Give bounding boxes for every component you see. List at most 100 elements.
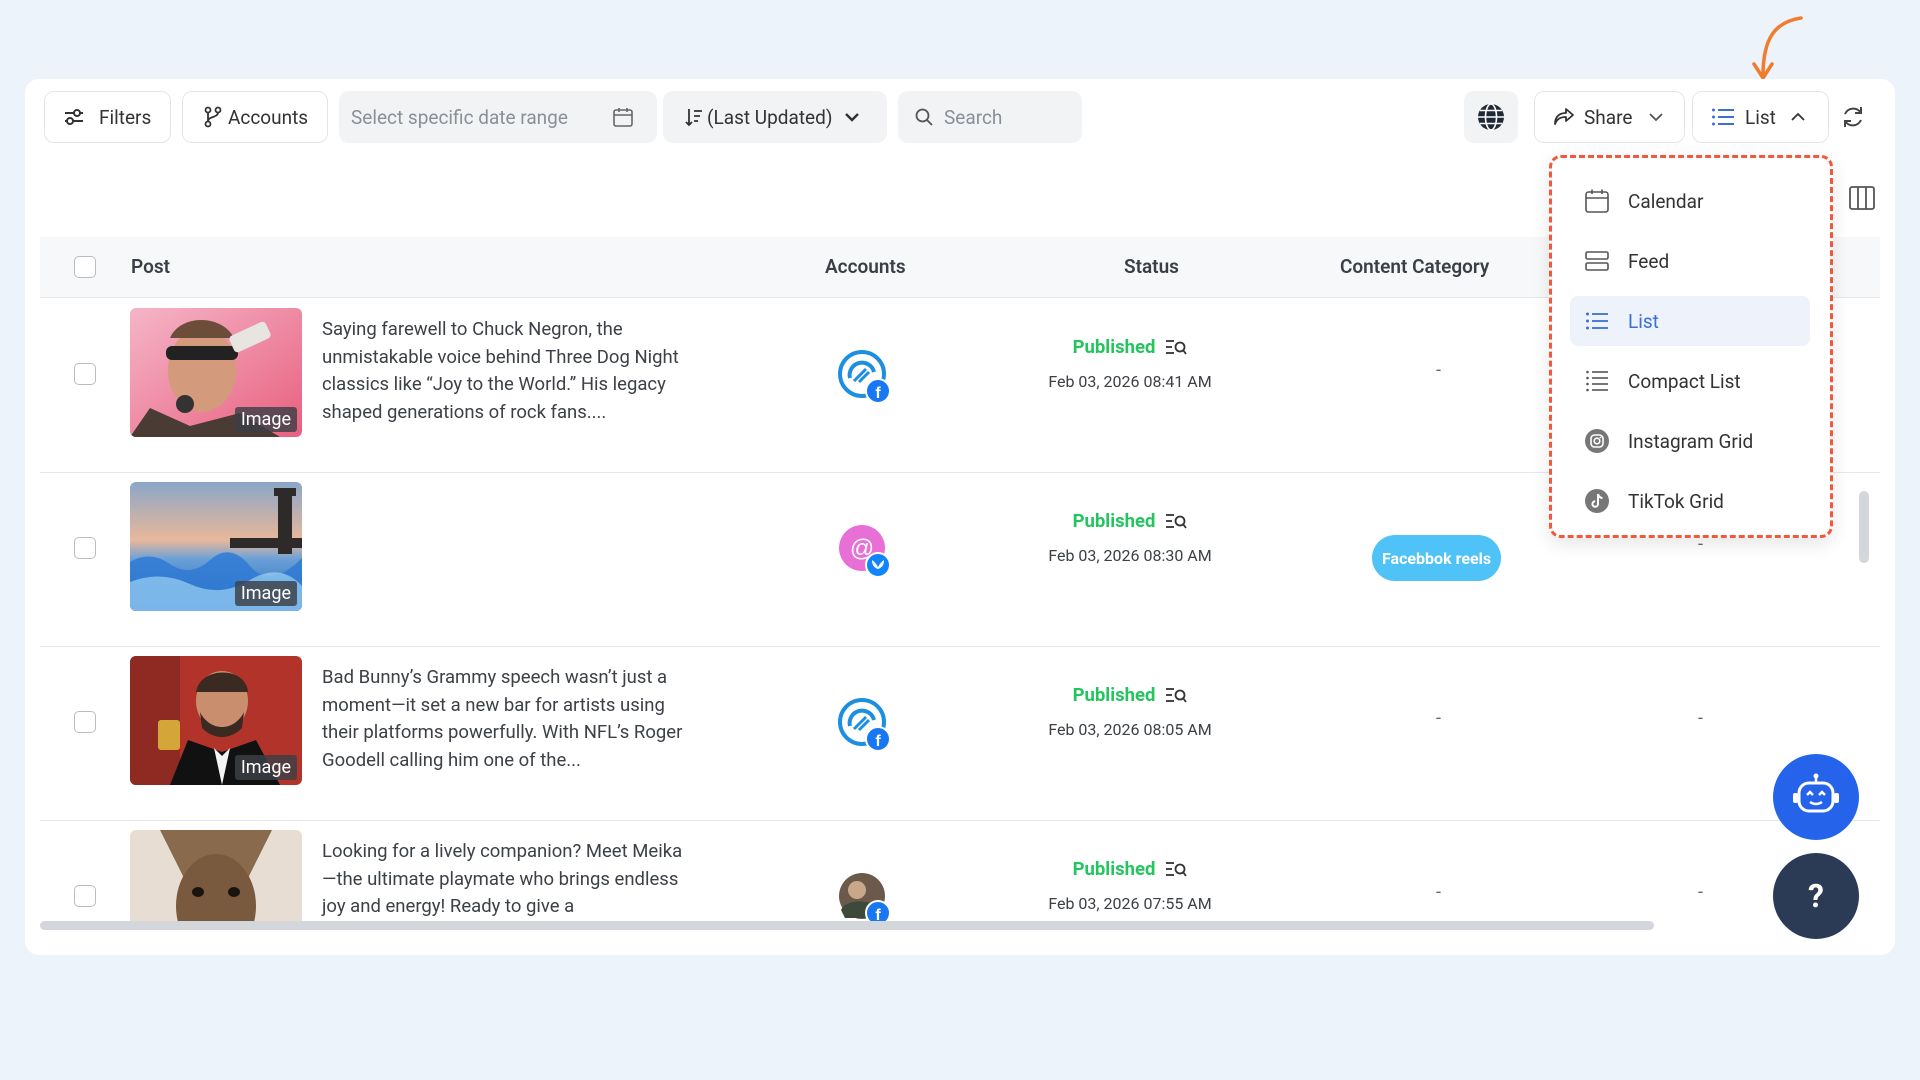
account-avatar[interactable]: f <box>835 696 895 756</box>
published-date: Feb 03, 2026 07:55 AM <box>1048 894 1212 913</box>
share-label: Share <box>1584 105 1633 129</box>
post-thumbnail[interactable] <box>130 830 302 927</box>
extra-column-value: - <box>1698 882 1703 903</box>
pointer-arrow-icon <box>1752 16 1803 80</box>
filters-label: Filters <box>99 105 152 129</box>
post-caption: Looking for a lively companion? Meet Mei… <box>322 840 683 917</box>
filters-button[interactable]: Filters <box>44 91 171 143</box>
details-search-icon[interactable] <box>1165 686 1188 704</box>
calendar-icon[interactable] <box>611 105 635 129</box>
row-checkbox[interactable] <box>74 885 96 907</box>
view-option-label: List <box>1628 309 1659 333</box>
details-search-icon[interactable] <box>1165 860 1188 878</box>
content-category-badge[interactable]: Facebbok reels <box>1372 535 1502 581</box>
view-option-label: Compact List <box>1628 369 1741 393</box>
sort-icon <box>685 109 702 127</box>
view-option-feed[interactable]: Feed <box>1570 236 1810 286</box>
status-cell: Published Feb 03, 2026 07:55 AM <box>1015 858 1245 913</box>
post-caption: Bad Bunny’s Grammy speech wasn’t just a … <box>322 666 683 771</box>
content-category-value: - <box>1436 360 1441 381</box>
status-cell: Published Feb 03, 2026 08:41 AM <box>1015 336 1245 391</box>
status-badge: Published <box>1072 684 1156 706</box>
table-row[interactable]: Image Bad Bunny’s Grammy speech wasn’t j… <box>40 646 1880 821</box>
search-icon <box>915 108 933 126</box>
robot-icon <box>1793 773 1839 813</box>
view-dropdown-menu: Calendar Feed List Compact List Instagra… <box>1549 155 1833 538</box>
branch-icon <box>204 106 222 128</box>
row-checkbox[interactable] <box>74 537 96 559</box>
accounts-button[interactable]: Accounts <box>182 91 328 143</box>
row-checkbox[interactable] <box>74 711 96 733</box>
view-label: List <box>1745 105 1776 129</box>
view-option-instagram-grid[interactable]: Instagram Grid <box>1570 416 1810 466</box>
search-input[interactable]: Search <box>898 91 1082 143</box>
thumbnail-type-label: Image <box>234 755 297 780</box>
help-label: ? <box>1808 877 1824 915</box>
view-option-compact-list[interactable]: Compact List <box>1570 356 1810 406</box>
account-avatar[interactable]: f <box>835 870 895 927</box>
status-badge: Published <box>1072 336 1156 358</box>
header-post: Post <box>131 255 170 278</box>
published-date: Feb 03, 2026 08:30 AM <box>1048 546 1212 565</box>
view-option-label: Instagram Grid <box>1628 429 1754 453</box>
post-caption: Saying farewell to Chuck Negron, the unm… <box>322 318 679 423</box>
details-search-icon[interactable] <box>1165 338 1188 356</box>
sort-dropdown[interactable]: (Last Updated) <box>663 91 887 143</box>
refresh-icon <box>1844 107 1862 127</box>
search-placeholder: Search <box>944 105 1003 129</box>
globe-button[interactable] <box>1464 91 1518 143</box>
tiktok-icon <box>1585 489 1609 513</box>
chevron-down-icon <box>845 113 860 122</box>
account-avatar[interactable]: @ <box>835 522 895 582</box>
date-range-input[interactable]: Select specific date range <box>339 91 657 143</box>
calendar-icon <box>1585 189 1609 213</box>
select-all-checkbox[interactable] <box>74 256 96 278</box>
header-accounts: Accounts <box>825 255 906 278</box>
instagram-icon <box>1585 429 1609 453</box>
accounts-label: Accounts <box>228 105 309 129</box>
share-button[interactable]: Share <box>1534 91 1685 143</box>
view-option-list[interactable]: List <box>1570 296 1810 346</box>
content-category-value: - <box>1436 708 1441 729</box>
view-option-label: TikTok Grid <box>1628 489 1724 513</box>
columns-icon <box>1849 186 1875 210</box>
account-avatar[interactable]: f <box>835 348 895 408</box>
post-thumbnail[interactable]: Image <box>130 308 302 437</box>
header-content-category: Content Category <box>1340 255 1490 278</box>
thumbnail-type-label: Image <box>234 581 297 606</box>
compact-list-icon <box>1586 370 1608 392</box>
ai-assistant-button[interactable] <box>1773 754 1859 840</box>
chevron-down-icon <box>1649 113 1664 122</box>
extra-column-value: - <box>1698 708 1703 729</box>
view-option-calendar[interactable]: Calendar <box>1570 176 1810 226</box>
horizontal-scrollbar[interactable] <box>40 921 1654 930</box>
help-button[interactable]: ? <box>1773 853 1859 939</box>
share-icon <box>1554 108 1574 125</box>
view-option-label: Feed <box>1628 249 1670 273</box>
post-thumbnail[interactable]: Image <box>130 656 302 785</box>
chevron-up-icon <box>1791 112 1805 121</box>
row-checkbox[interactable] <box>74 363 96 385</box>
post-thumbnail[interactable]: Image <box>130 482 302 611</box>
toolbar: Filters Accounts Select specific date ra… <box>25 79 1895 159</box>
svg-text:f: f <box>875 733 881 750</box>
status-badge: Published <box>1072 858 1156 880</box>
feed-icon <box>1585 251 1609 271</box>
status-cell: Published Feb 03, 2026 08:30 AM <box>1015 510 1245 565</box>
view-switcher-button[interactable]: List <box>1692 91 1829 143</box>
header-status: Status <box>1124 255 1179 278</box>
list-icon <box>1586 312 1608 330</box>
sliders-icon <box>65 109 83 125</box>
details-search-icon[interactable] <box>1165 512 1188 530</box>
date-range-placeholder: Select specific date range <box>351 105 568 129</box>
content-category-value: - <box>1436 882 1441 903</box>
svg-text:f: f <box>875 385 881 402</box>
globe-icon <box>1478 103 1504 131</box>
refresh-button[interactable] <box>1835 99 1871 135</box>
view-option-label: Calendar <box>1628 189 1704 213</box>
vertical-scrollbar[interactable] <box>1859 491 1869 563</box>
table-row[interactable]: Looking for a lively companion? Meet Mei… <box>40 820 1880 927</box>
view-option-tiktok-grid[interactable]: TikTok Grid <box>1570 476 1810 526</box>
columns-button[interactable] <box>1845 181 1879 215</box>
published-date: Feb 03, 2026 08:41 AM <box>1048 372 1212 391</box>
